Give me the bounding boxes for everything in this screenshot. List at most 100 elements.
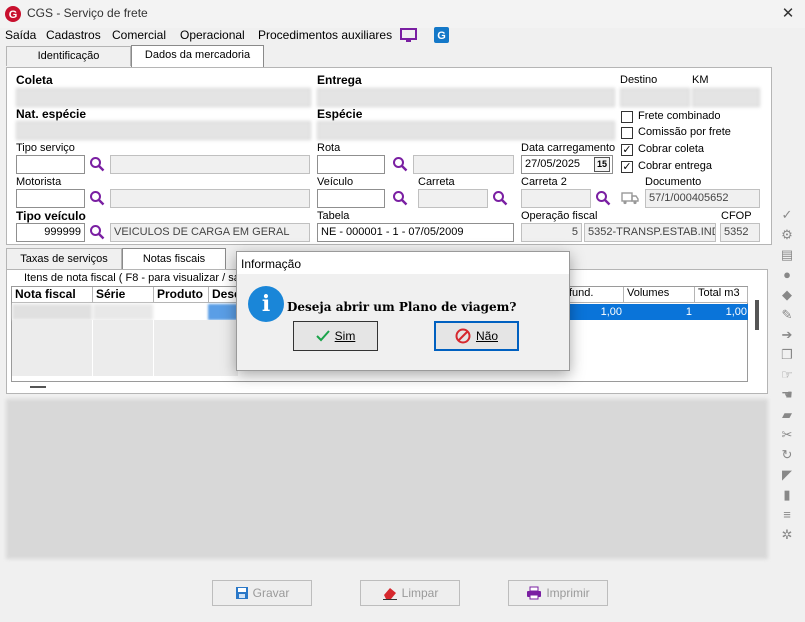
coleta-field[interactable]	[16, 88, 311, 107]
km-field[interactable]	[692, 88, 760, 107]
edit-icon[interactable]: ✎	[779, 308, 795, 322]
sim-button[interactable]: Sim	[293, 321, 378, 351]
circle-icon[interactable]: ●	[779, 268, 795, 282]
window-title: CGS - Serviço de frete	[27, 6, 148, 20]
close-window-icon[interactable]: ✕	[778, 4, 798, 22]
sim-label: Sim	[334, 329, 356, 343]
truck-icon[interactable]	[621, 191, 639, 205]
motorista-code-input[interactable]	[16, 189, 85, 208]
eraser-icon	[382, 588, 397, 600]
tipo-veiculo-code-input[interactable]: 999999	[16, 223, 85, 242]
tabela-field[interactable]: NE - 000001 - 1 - 07/05/2009	[317, 223, 514, 242]
gear-icon[interactable]: ✲	[779, 528, 795, 542]
nat-especie-field[interactable]	[16, 121, 311, 140]
tab-identificacao[interactable]: Identificação	[6, 46, 131, 66]
tab-taxas-servicos[interactable]: Taxas de serviços	[6, 248, 122, 269]
grid-empty-rows	[12, 320, 238, 376]
settings-icon[interactable]: ⚙	[779, 228, 795, 242]
imprimir-label: Imprimir	[546, 586, 590, 600]
grid-cell-volumes: 1	[685, 306, 692, 318]
grid-cell-desc[interactable]	[208, 304, 238, 320]
tab-dados-mercadoria[interactable]: Dados da mercadoria	[131, 45, 264, 67]
right-toolbar: ✓ ⚙ ▤ ● ◆ ✎ ➔ ❐ ☞ ☚ ▰ ✂ ↻ ◤ ▮ ≡ ✲	[779, 208, 801, 548]
comissao-frete-label: Comissão por frete	[638, 126, 731, 138]
operacao-fiscal-code-field: 5	[521, 223, 582, 242]
carreta-input[interactable]	[418, 189, 488, 208]
entrega-field[interactable]	[317, 88, 615, 107]
check-icon	[315, 330, 330, 342]
motorista-label: Motorista	[16, 176, 62, 188]
grid-hscroll-thumb[interactable]	[30, 386, 46, 388]
cancel-icon	[455, 328, 471, 344]
refresh-icon[interactable]: ↻	[779, 448, 795, 462]
cobrar-entrega-checkbox[interactable]: ✓	[621, 161, 633, 173]
search-icon[interactable]	[392, 156, 408, 172]
grid-header-fund[interactable]: fund.	[566, 287, 624, 303]
list-icon[interactable]: ≡	[779, 508, 795, 522]
tipo-veiculo-desc-field: VEICULOS DE CARGA EM GERAL	[110, 223, 310, 242]
check-icon[interactable]: ✓	[779, 208, 795, 222]
search-icon[interactable]	[89, 224, 105, 240]
grid-header-nota-fiscal[interactable]: Nota fiscal	[12, 287, 93, 303]
limpar-button[interactable]: Limpar	[360, 580, 460, 606]
tipo-servico-code-input[interactable]	[16, 155, 85, 174]
grid-header-total-m3[interactable]: Total m3	[695, 287, 748, 303]
monitor-icon[interactable]	[400, 28, 417, 43]
grid-header-serie[interactable]: Série	[93, 287, 154, 303]
grid-header-volumes[interactable]: Volumes	[624, 287, 695, 303]
hand-icon[interactable]: ☞	[779, 368, 795, 382]
cobrar-coleta-checkbox[interactable]: ✓	[621, 144, 633, 156]
table-row[interactable]: 1,00 1 1,00	[566, 304, 748, 320]
imprimir-button[interactable]: Imprimir	[508, 580, 608, 606]
book-icon[interactable]: ▮	[779, 488, 795, 502]
truck-icon[interactable]: ▰	[779, 408, 795, 422]
menu-comercial[interactable]: Comercial	[112, 28, 166, 42]
menu-operacional[interactable]: Operacional	[180, 28, 245, 42]
cfop-label: CFOP	[721, 210, 752, 222]
search-icon[interactable]	[89, 156, 105, 172]
frete-combinado-checkbox[interactable]	[621, 111, 633, 123]
menu-bar: Saída Cadastros Comercial Operacional Pr…	[0, 27, 805, 46]
shape-icon[interactable]: ◤	[779, 468, 795, 482]
info-icon: i	[248, 286, 284, 322]
search-icon[interactable]	[89, 190, 105, 206]
operacao-fiscal-desc-field: 5352-TRANSP.ESTAB.IND	[584, 223, 716, 242]
nao-button[interactable]: Não	[434, 321, 519, 351]
info-dialog: Informação i Deseja abrir um Plano de vi…	[236, 251, 570, 371]
unlink-icon[interactable]: ✂	[779, 428, 795, 442]
frete-combinado-label: Frete combinado	[638, 110, 721, 122]
documento-label: Documento	[645, 176, 702, 188]
g-app-icon[interactable]: G	[434, 27, 449, 43]
grid-cell-serie[interactable]	[93, 304, 153, 320]
grid-header-desc[interactable]: Desc	[209, 287, 241, 303]
tipo-veiculo-label: Tipo veículo	[16, 209, 86, 223]
tab-notas-fiscais[interactable]: Notas fiscais	[122, 248, 226, 269]
search-icon[interactable]	[492, 190, 508, 206]
svg-text:G: G	[9, 9, 18, 21]
especie-field[interactable]	[317, 121, 615, 140]
copy-icon[interactable]: ❐	[779, 348, 795, 362]
carreta2-label: Carreta 2	[521, 176, 567, 188]
grid-header-produto[interactable]: Produto	[154, 287, 209, 303]
menu-cadastros[interactable]: Cadastros	[46, 28, 101, 42]
grid-cell-total-m3: 1,00	[725, 306, 747, 318]
forward-icon[interactable]: ➔	[779, 328, 795, 342]
limpar-label: Limpar	[401, 586, 439, 600]
pointer-icon[interactable]: ☚	[779, 388, 795, 402]
calendar-button[interactable]: 15	[594, 157, 610, 172]
carreta2-input[interactable]	[521, 189, 591, 208]
destino-field[interactable]	[620, 88, 690, 107]
document-icon[interactable]: ▤	[779, 248, 795, 262]
veiculo-input[interactable]	[317, 189, 385, 208]
menu-procedimentos-auxiliares[interactable]: Procedimentos auxiliares	[258, 28, 392, 42]
menu-saida[interactable]: Saída	[5, 28, 36, 42]
grid-scrollbar[interactable]	[755, 300, 759, 330]
comissao-frete-checkbox[interactable]	[621, 127, 633, 139]
search-icon[interactable]	[392, 190, 408, 206]
items-group-label: Itens de nota fiscal ( F8 - para visuali…	[22, 272, 248, 284]
search-icon[interactable]	[595, 190, 611, 206]
tag-icon[interactable]: ◆	[779, 288, 795, 302]
rota-code-input[interactable]	[317, 155, 385, 174]
grid-cell-nota-fiscal[interactable]	[12, 304, 92, 320]
gravar-button[interactable]: Gravar	[212, 580, 312, 606]
